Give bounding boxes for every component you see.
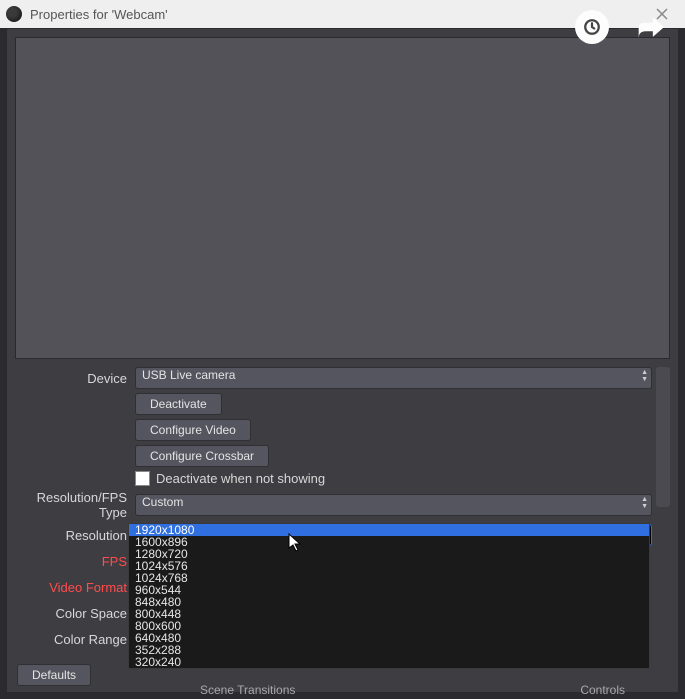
video-format-label: Video Format <box>15 580 135 595</box>
obs-logo-icon <box>6 6 22 22</box>
resolution-label: Resolution <box>15 528 135 543</box>
configure-crossbar-button[interactable]: Configure Crossbar <box>135 445 269 467</box>
resolution-option[interactable]: 800x600 <box>129 620 649 632</box>
color-space-label: Color Space <box>15 606 135 621</box>
resfps-value: Custom <box>142 495 183 509</box>
window-title: Properties for 'Webcam' <box>30 7 645 22</box>
resolution-option[interactable]: 1600x896 <box>129 536 649 548</box>
resfps-label: Resolution/FPS Type <box>15 490 135 520</box>
resolution-option[interactable]: 960x544 <box>129 584 649 596</box>
resfps-select[interactable]: Custom ▲▼ <box>135 494 652 516</box>
resolution-option[interactable]: 848x480 <box>129 596 649 608</box>
resolution-option[interactable]: 352x288 <box>129 644 649 656</box>
resolution-option[interactable]: 1920x1080 <box>129 524 649 536</box>
deactivate-hidden-label: Deactivate when not showing <box>156 471 325 486</box>
resolution-option[interactable]: 1280x720 <box>129 548 649 560</box>
deactivate-button[interactable]: Deactivate <box>135 393 222 415</box>
configure-video-button[interactable]: Configure Video <box>135 419 251 441</box>
device-select[interactable]: USB Live camera ▲▼ <box>135 367 652 389</box>
updown-icon: ▲▼ <box>641 496 648 510</box>
resolution-option[interactable]: 1024x576 <box>129 560 649 572</box>
resolution-option[interactable]: 1024x768 <box>129 572 649 584</box>
deactivate-hidden-checkbox[interactable] <box>135 471 150 486</box>
overlay-icons <box>575 10 667 47</box>
resolution-option[interactable]: 800x448 <box>129 608 649 620</box>
device-label: Device <box>15 371 135 386</box>
scene-transitions-label: Scene Transitions <box>200 683 295 697</box>
scrollbar[interactable] <box>656 367 670 507</box>
updown-icon: ▲▼ <box>641 369 648 383</box>
video-preview <box>15 37 670 359</box>
share-icon[interactable] <box>633 10 667 47</box>
color-range-label: Color Range <box>15 632 135 647</box>
controls-label: Controls <box>580 683 625 697</box>
resolution-option[interactable]: 320x240 <box>129 656 649 668</box>
main-footer: Scene Transitions Controls <box>0 683 685 699</box>
resolution-option[interactable]: 640x480 <box>129 632 649 644</box>
fps-label: FPS <box>15 554 135 569</box>
buffering-label: Buffering? <box>15 657 135 658</box>
resolution-dropdown-list[interactable]: 1920x10801600x8961280x7201024x5761024x76… <box>128 523 650 669</box>
watch-later-icon[interactable] <box>575 10 609 44</box>
device-value: USB Live camera <box>142 368 235 382</box>
